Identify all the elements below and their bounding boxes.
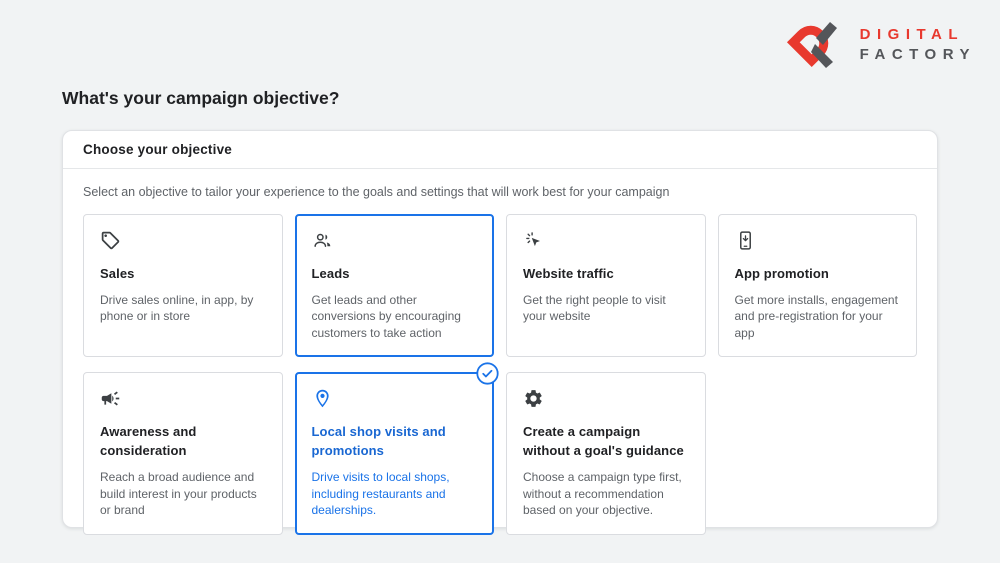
objective-card-website-traffic[interactable]: Website traffic Get the right people to …	[506, 214, 706, 358]
objective-title: Leads	[311, 266, 350, 281]
check-circle-icon	[476, 362, 499, 386]
objectives-grid: Sales Drive sales online, in app, by pho…	[83, 214, 917, 535]
objective-title: Sales	[100, 266, 135, 281]
brand-name-factory: FACTORY	[859, 46, 976, 63]
objective-card-app-promotion[interactable]: App promotion Get more installs, engagem…	[717, 214, 917, 358]
brand-name-digital: DIGITAL	[859, 26, 965, 43]
objective-card-local-shop-visits[interactable]: Local shop visits and promotions Drive v…	[294, 362, 499, 535]
objective-description: Get the right people to visit your websi…	[523, 292, 666, 324]
objective-card-no-goal-guidance[interactable]: Create a campaign without a goal's guida…	[506, 372, 706, 535]
objective-title: App promotion	[734, 266, 829, 281]
objective-title: Create a campaign without a goal's guida…	[523, 424, 684, 459]
cursor-click-icon	[523, 230, 689, 253]
objective-description: Get more installs, engagement and pre-re…	[734, 292, 898, 340]
panel-subtitle: Select an objective to tailor your exper…	[83, 185, 670, 199]
panel-body: Select an objective to tailor your exper…	[63, 169, 937, 555]
megaphone-icon	[100, 388, 266, 411]
page-title: What's your campaign objective?	[62, 88, 340, 108]
phone-download-icon	[735, 230, 901, 253]
objective-title: Website traffic	[523, 266, 614, 281]
objective-title: Awareness and consideration	[100, 424, 197, 459]
grid-empty-cell	[718, 372, 918, 534]
brand-logo: DIGITAL FACTORY	[784, 13, 976, 76]
choose-objective-panel: Choose your objective Select an objectiv…	[62, 130, 938, 535]
objective-title: Local shop visits and promotions	[311, 424, 446, 459]
objective-description: Drive visits to local shops, including r…	[311, 470, 450, 518]
digital-factory-logo-mark-icon	[784, 13, 848, 76]
brand-logo-text: DIGITAL FACTORY	[860, 26, 976, 63]
objective-description: Drive sales online, in app, by phone or …	[100, 292, 254, 324]
people-icon	[312, 230, 478, 253]
gear-icon	[523, 388, 689, 411]
panel-header: Choose your objective	[63, 131, 937, 169]
objective-description: Reach a broad audience and build interes…	[100, 470, 257, 518]
objective-card-sales[interactable]: Sales Drive sales online, in app, by pho…	[83, 214, 283, 358]
objective-description: Choose a campaign type first, without a …	[523, 470, 682, 518]
location-pin-icon	[312, 388, 478, 411]
tag-icon	[100, 230, 266, 253]
objective-card-awareness[interactable]: Awareness and consideration Reach a broa…	[83, 372, 283, 535]
objective-description: Get leads and other conversions by encou…	[311, 292, 461, 340]
objective-card-leads[interactable]: Leads Get leads and other conversions by…	[294, 214, 494, 358]
